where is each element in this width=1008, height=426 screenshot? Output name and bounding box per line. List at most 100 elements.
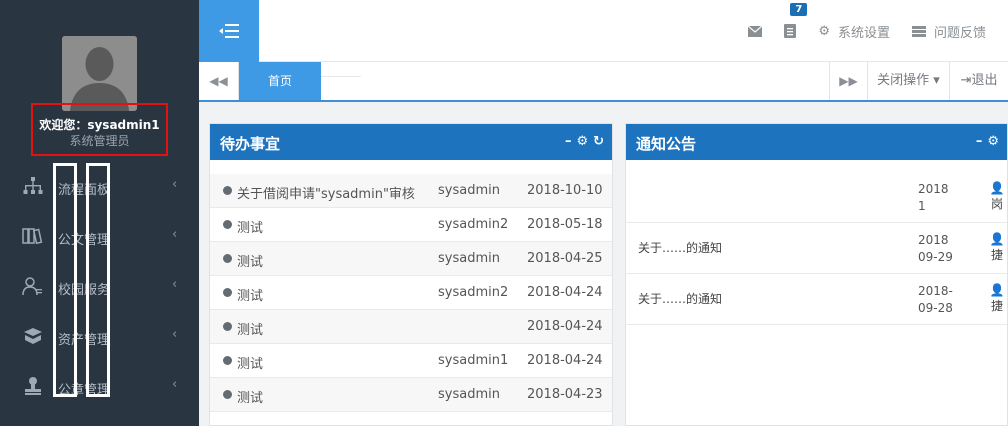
notice-author: 👤 捷 [987, 283, 1007, 314]
avatar[interactable] [62, 36, 137, 111]
todo-panel: 待办事宜 – ⚙ ↻ 关于借阅申请"sysadmin"审核 sysadmin 201… [209, 123, 613, 426]
list-item[interactable]: 测试 sysadmin 2018-04-23 [210, 378, 612, 412]
sidebar-toggle-button[interactable] [199, 0, 259, 62]
list-item[interactable]: 2018 1 👤 岗 [626, 172, 1007, 223]
item-user: sysadmin1 [438, 353, 509, 368]
item-title: 测试 [237, 323, 264, 338]
gear-icon[interactable]: ⚙ [576, 134, 588, 149]
bullet-icon [223, 220, 232, 229]
close-ops-label: 关闭操作 [877, 73, 930, 88]
item-user: sysadmin [438, 387, 500, 402]
notice-panel-header: 通知公告 – ⚙ [626, 124, 1007, 160]
panel-title: 通知公告 [636, 135, 697, 153]
user-icon: 👤 [989, 232, 1005, 246]
envelope-icon [748, 25, 763, 37]
tab-scroll-left-button[interactable]: ◀◀ [199, 62, 239, 100]
bullet-icon [223, 390, 232, 399]
author-name: 岗 [990, 197, 1003, 211]
item-date: 2018-04-24 [527, 285, 603, 300]
bullet-icon [223, 356, 232, 365]
bullet-icon [223, 254, 232, 263]
item-date: 2018-04-25 [527, 251, 603, 266]
annotation-bar [53, 163, 77, 397]
stamp-icon [25, 377, 41, 395]
date-day: 1 [918, 199, 926, 213]
exit-button[interactable]: ⇥退出 [949, 62, 1008, 100]
list-item[interactable]: 测试 2018-04-24 [210, 310, 612, 344]
close-operations-dropdown[interactable]: 关闭操作 ▾ [867, 62, 949, 100]
notice-list: 2018 1 👤 岗 关于……的通知 2018 09-29 👤 捷 关于……的通知 20… [626, 160, 1007, 325]
author-name: 捷 [990, 248, 1003, 262]
tab-bar: ◀◀ 首页 ▶▶ 关闭操作 ▾ ⇥退出 [199, 62, 1008, 102]
bullet-icon [223, 288, 232, 297]
exit-label: 退出 [971, 73, 998, 88]
list-item[interactable]: 关于……的通知 2018- 09-28 👤 捷 [626, 274, 1007, 325]
list-item[interactable]: 关于……的通知 2018 09-29 👤 捷 [626, 223, 1007, 274]
feedback-button[interactable]: 问题反馈 [911, 22, 986, 41]
item-date: 2018-10-10 [527, 183, 603, 198]
chevron-left-icon: ‹ [172, 227, 178, 242]
minimize-icon[interactable]: – [565, 134, 572, 149]
sidebar: 欢迎您：sysadmin1 系统管理员 流程面板 ‹ 公文管理 ‹ 校园服务 ‹… [0, 0, 199, 426]
todo-panel-header: 待办事宜 – ⚙ ↻ [210, 124, 612, 160]
item-title: 测试 [237, 255, 264, 270]
welcome-text: 欢迎您：sysadmin1 [39, 118, 160, 132]
notice-title: 关于……的通知 [638, 292, 723, 306]
chevron-left-icon: ‹ [172, 327, 178, 342]
minimize-icon[interactable]: – [976, 134, 983, 149]
bullet-icon [223, 186, 232, 195]
document-icon [784, 24, 797, 38]
sitemap-icon [23, 177, 43, 194]
menu-collapse-icon [219, 24, 239, 38]
welcome-highlight: 欢迎您：sysadmin1 系统管理员 [31, 103, 168, 156]
item-date: 2018-04-24 [527, 319, 603, 334]
item-title: 测试 [237, 357, 264, 372]
item-title: 关于借阅申请"sysadmin"审核 [237, 187, 415, 202]
date-day: 09-29 [918, 250, 953, 264]
books-icon [22, 228, 43, 245]
tab-scroll-right-button[interactable]: ▶▶ [829, 62, 867, 100]
sign-out-icon: ⇥ [960, 73, 972, 88]
list-item[interactable]: 测试 sysadmin1 2018-04-24 [210, 344, 612, 378]
date-year: 2018- [918, 284, 953, 298]
item-date: 2018-04-23 [527, 387, 603, 402]
item-title: 测试 [237, 289, 264, 304]
list-item[interactable]: 测试 sysadmin2 2018-04-24 [210, 276, 612, 310]
caret-down-icon: ▾ [929, 73, 940, 88]
backward-icon: ◀◀ [209, 74, 228, 88]
annotation-bar [86, 163, 110, 397]
app: 欢迎您：sysadmin1 系统管理员 流程面板 ‹ 公文管理 ‹ 校园服务 ‹… [0, 0, 1008, 426]
tab-home[interactable]: 首页 [239, 62, 321, 100]
notice-date: 2018 09-29 [918, 232, 953, 266]
chevron-left-icon: ‹ [172, 177, 178, 192]
gear-icon[interactable]: ⚙ [987, 134, 999, 149]
user-icon: 👤 [989, 283, 1005, 297]
bullet-icon [223, 322, 232, 331]
author-name: 捷 [990, 299, 1003, 313]
notice-date: 2018 1 [918, 181, 949, 215]
date-year: 2018 [918, 182, 949, 196]
refresh-icon[interactable]: ↻ [593, 134, 604, 149]
top-header: 7 ⚙ 系统设置 问题反馈 [199, 0, 1008, 62]
tasks-button[interactable]: 7 [784, 3, 808, 38]
chevron-left-icon: ‹ [172, 277, 178, 292]
date-day: 09-28 [918, 301, 953, 315]
todo-list: 关于借阅申请"sysadmin"审核 sysadmin 2018-10-10 测试 s… [210, 160, 612, 412]
user-list-icon [22, 277, 42, 296]
panel-tools: – ⚙ [976, 134, 999, 149]
list-item[interactable]: 关于借阅申请"sysadmin"审核 sysadmin 2018-10-10 [210, 174, 612, 208]
list-icon [911, 25, 926, 37]
redaction-mark [321, 76, 361, 83]
task-count-badge: 7 [790, 3, 808, 16]
notice-title: 关于……的通知 [638, 241, 723, 255]
item-user: sysadmin2 [438, 285, 509, 300]
panel-tools: – ⚙ ↻ [565, 134, 604, 149]
system-settings-button[interactable]: ⚙ 系统设置 [818, 22, 890, 41]
item-date: 2018-04-24 [527, 353, 603, 368]
list-item[interactable]: 测试 sysadmin 2018-04-25 [210, 242, 612, 276]
list-item[interactable]: 测试 sysadmin2 2018-05-18 [210, 208, 612, 242]
item-title: 测试 [237, 221, 264, 236]
messages-button[interactable] [748, 25, 763, 37]
notice-date: 2018- 09-28 [918, 283, 953, 317]
user-icon: 👤 [989, 181, 1005, 195]
